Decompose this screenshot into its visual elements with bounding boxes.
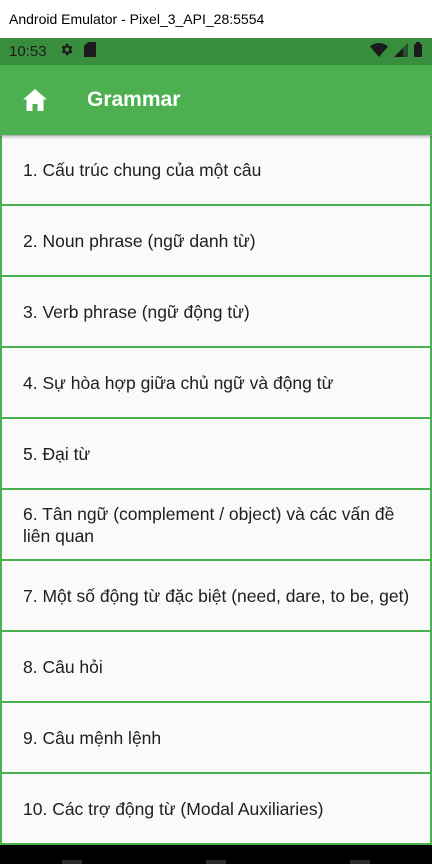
list-item[interactable]: 10. Các trợ động từ (Modal Auxiliaries)	[0, 774, 432, 845]
list-item-label: 7. Một số động từ đặc biệt (need, dare, …	[23, 585, 410, 606]
list-item[interactable]: 6. Tân ngữ (complement / object) và các …	[0, 490, 432, 561]
list-item-label: 6. Tân ngữ (complement / object) và các …	[23, 503, 395, 546]
list-item-label: 9. Câu mệnh lệnh	[23, 727, 162, 748]
nav-recents-icon[interactable]	[350, 860, 370, 864]
list-item-label: 1. Cấu trúc chung của một câu	[23, 160, 262, 180]
emulator-window: Android Emulator - Pixel_3_API_28:5554 1…	[0, 0, 432, 864]
window-titlebar: Android Emulator - Pixel_3_API_28:5554	[0, 0, 432, 38]
battery-icon	[414, 42, 422, 61]
app-bar: Grammar	[0, 65, 432, 135]
list-item[interactable]: 5. Đại từ	[0, 419, 432, 490]
app-bar-title: Grammar	[87, 88, 181, 111]
list-item-label: 3. Verb phrase (ngữ động từ)	[23, 301, 250, 322]
status-bar: 10:53	[0, 38, 432, 65]
list-item-label: 8. Câu hỏi	[23, 656, 103, 677]
list-item[interactable]: 7. Một số động từ đặc biệt (need, dare, …	[0, 561, 432, 632]
list-item[interactable]: 9. Câu mệnh lệnh	[0, 703, 432, 774]
grammar-list: 1. Cấu trúc chung của một câu 2. Noun ph…	[0, 135, 432, 845]
nav-home-icon[interactable]	[206, 860, 226, 864]
window-title: Android Emulator - Pixel_3_API_28:5554	[9, 11, 265, 27]
gear-icon	[59, 42, 74, 61]
list-item[interactable]: 8. Câu hỏi	[0, 632, 432, 703]
list-item[interactable]: 3. Verb phrase (ngữ động từ)	[0, 277, 432, 348]
wifi-icon	[370, 42, 388, 61]
list-item[interactable]: 1. Cấu trúc chung của một câu	[0, 135, 432, 206]
nav-back-icon[interactable]	[62, 860, 82, 864]
signal-icon	[394, 42, 408, 61]
list-item-label: 2. Noun phrase (ngữ danh từ)	[23, 230, 256, 251]
status-right-icons	[370, 42, 422, 61]
list-item[interactable]: 2. Noun phrase (ngữ danh từ)	[0, 206, 432, 277]
sd-card-icon	[83, 42, 96, 61]
list-item-label: 5. Đại từ	[23, 443, 91, 464]
list-item-label: 10. Các trợ động từ (Modal Auxiliaries)	[23, 798, 324, 819]
system-nav-bar	[0, 845, 432, 864]
home-icon[interactable]	[22, 87, 48, 113]
list-item[interactable]: 4. Sự hòa hợp giữa chủ ngữ và động từ	[0, 348, 432, 419]
status-time: 10:53	[9, 43, 47, 60]
list-item-label: 4. Sự hòa hợp giữa chủ ngữ và động từ	[23, 372, 334, 393]
